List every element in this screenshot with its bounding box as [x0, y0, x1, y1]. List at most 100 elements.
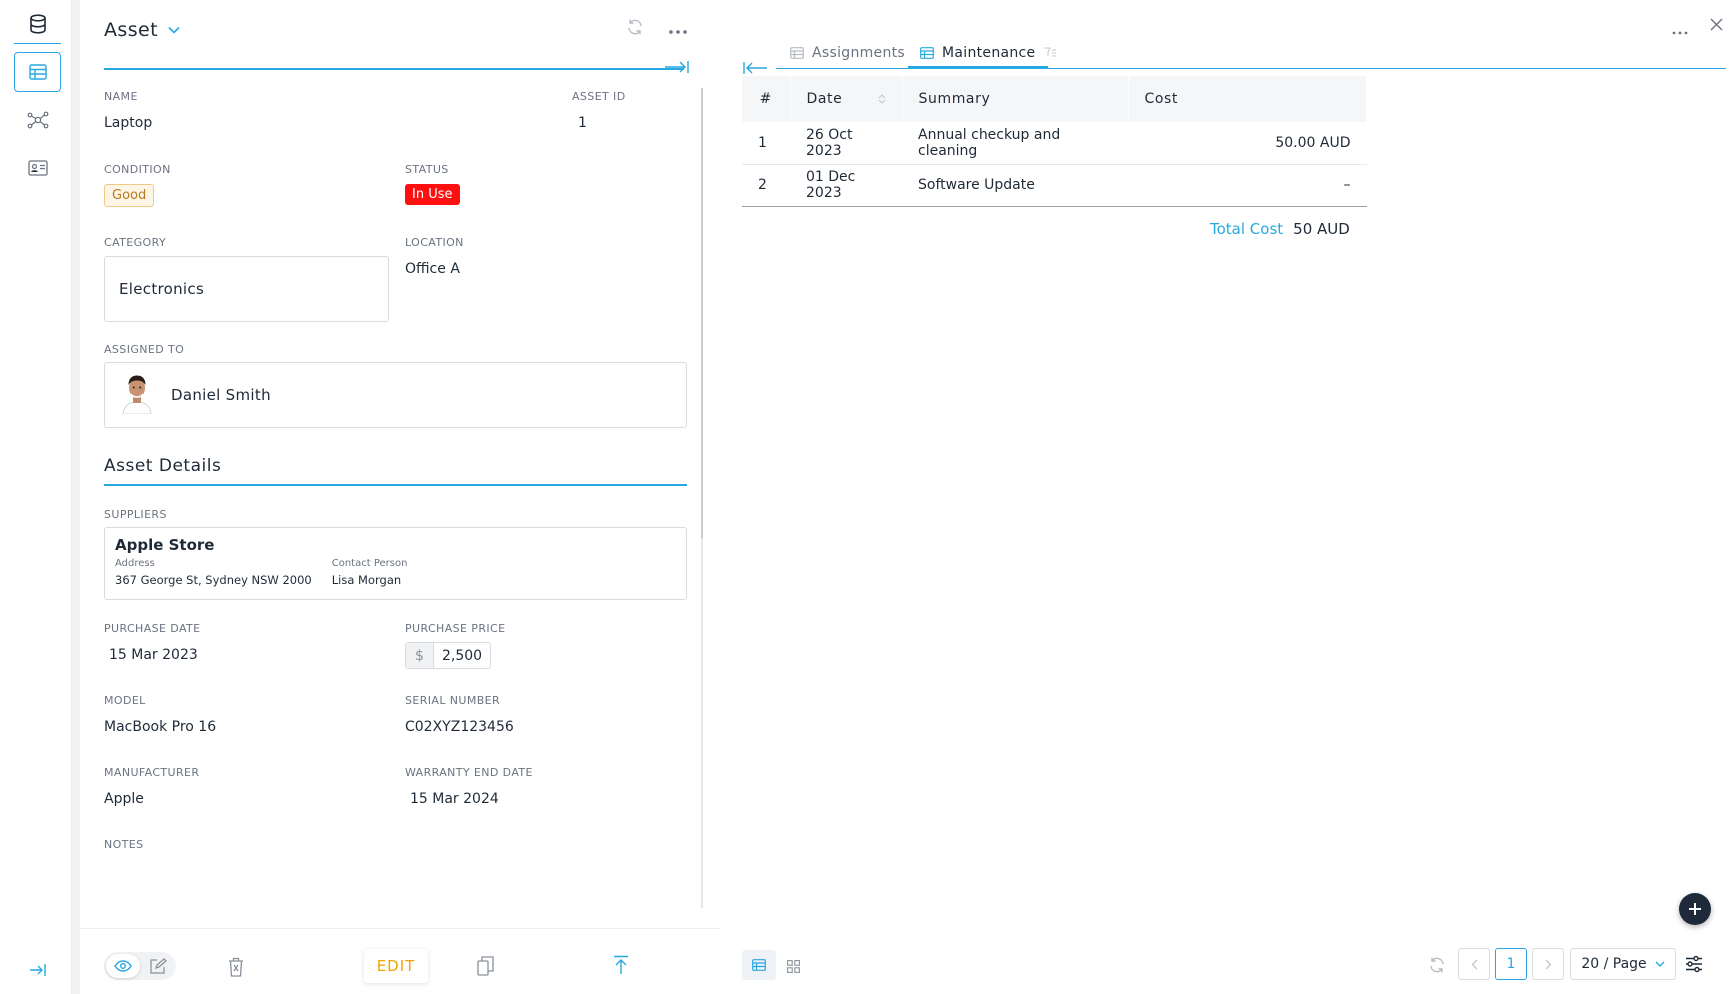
row-number: 2 [742, 164, 790, 207]
add-record-button[interactable] [1679, 893, 1711, 925]
supplier-linked-record[interactable]: Apple Store Address 367 George St, Sydne… [104, 527, 687, 600]
field-value[interactable]: 15 Mar 2024 [405, 791, 533, 807]
column-header-summary[interactable]: Summary [902, 76, 1129, 122]
table-header-row: # Date Summary Cost [742, 76, 1367, 122]
contact-person-label: Contact Person [331, 558, 408, 569]
field-warranty-end-date: WARRANTY END DATE 15 Mar 2024 [405, 766, 533, 807]
field-value[interactable]: 1 [572, 115, 626, 131]
database-icon [29, 13, 46, 34]
table-nav-button[interactable] [14, 52, 61, 92]
edit-mode-button[interactable] [142, 954, 174, 978]
database-nav-button[interactable] [14, 4, 61, 44]
scroll-to-top-icon[interactable] [613, 955, 629, 979]
close-icon[interactable] [1710, 16, 1723, 35]
field-label: SUPPLIERS [104, 508, 167, 521]
more-options-icon[interactable] [668, 20, 688, 39]
graph-nav-button[interactable] [14, 100, 61, 140]
field-value[interactable]: Office A [405, 261, 464, 277]
view-edit-toggle[interactable] [104, 952, 176, 980]
filter-icon[interactable] [1043, 47, 1057, 59]
total-cost-value: 50 AUD [1293, 220, 1350, 238]
field-model: MODEL MacBook Pro 16 [104, 694, 216, 735]
field-label: ASSET ID [572, 90, 626, 103]
left-nav-rail [0, 0, 72, 994]
page-number-button[interactable]: 1 [1495, 948, 1527, 980]
prev-page-button[interactable] [1458, 948, 1490, 980]
collapse-panel-icon[interactable] [664, 59, 690, 78]
currency-symbol: $ [406, 643, 434, 668]
eye-icon [114, 960, 132, 972]
record-type-dropdown[interactable]: Asset [104, 19, 180, 41]
page-size-select[interactable]: 20 / Page [1570, 948, 1676, 980]
tab-maintenance[interactable]: Maintenance [920, 45, 1057, 61]
field-label: MANUFACTURER [104, 766, 200, 779]
page-title: Asset [104, 19, 158, 41]
field-label: SERIAL NUMBER [405, 694, 501, 707]
tabs-divider [776, 68, 1726, 69]
chevron-left-icon [1471, 959, 1477, 969]
field-status: STATUS In Use [405, 163, 460, 205]
purchase-price-input[interactable]: $ 2,500 [405, 642, 492, 669]
field-condition: CONDITION Good [104, 163, 171, 207]
supplier-name: Apple Store [115, 536, 215, 554]
section-divider [104, 484, 687, 486]
panel-more-options-icon[interactable] [1672, 20, 1688, 39]
row-cost: 50.00 AUD [1128, 122, 1367, 165]
table-row[interactable]: 2 01 Dec 2023 Software Update – [742, 164, 1367, 207]
row-number: 1 [742, 122, 790, 165]
card-header: Asset [80, 0, 720, 73]
row-summary: Annual checkup and cleaning [902, 122, 1128, 165]
asset-detail-card: Asset NAME Laptop ASSET ID 1 CONDITION G [80, 0, 720, 994]
assigned-user-record[interactable]: Daniel Smith [104, 362, 687, 428]
table-icon [790, 47, 804, 59]
tab-assignments[interactable]: Assignments [790, 45, 905, 61]
column-header-date[interactable]: Date [790, 76, 903, 122]
table-icon [752, 959, 766, 971]
contacts-nav-button[interactable] [14, 148, 61, 188]
plus-icon [1689, 903, 1701, 915]
row-summary: Software Update [902, 164, 1128, 207]
refresh-icon[interactable] [626, 18, 644, 40]
sort-icon[interactable] [878, 93, 886, 105]
maintenance-table: # Date Summary Cost 1 26 Oct 2023 Annual… [742, 76, 1367, 207]
price-amount: 2,500 [442, 647, 483, 664]
table-row[interactable]: 1 26 Oct 2023 Annual checkup and cleanin… [742, 122, 1367, 165]
field-name: NAME Laptop [104, 90, 152, 131]
assigned-user-name: Daniel Smith [171, 386, 271, 404]
expand-right-icon [29, 964, 46, 976]
column-header-label: Date [806, 91, 843, 107]
scrollbar-thumb[interactable] [701, 88, 703, 538]
column-header-cost[interactable]: Cost [1128, 76, 1367, 122]
field-value[interactable]: C02XYZ123456 [405, 719, 514, 735]
field-value[interactable]: Laptop [104, 115, 152, 131]
tab-label: Maintenance [942, 45, 1036, 61]
column-header-number[interactable]: # [742, 76, 791, 122]
status-badge[interactable]: In Use [405, 184, 460, 205]
chevron-right-icon [1545, 959, 1551, 969]
copy-icon[interactable] [477, 956, 494, 980]
field-suppliers: SUPPLIERS [104, 508, 167, 521]
pagination-bar: 1 20 / Page [720, 940, 1735, 994]
view-mode-button[interactable] [106, 954, 140, 978]
category-linked-record[interactable]: Electronics [104, 256, 389, 322]
reload-icon[interactable] [1428, 956, 1446, 978]
field-value[interactable]: Apple [104, 791, 199, 807]
delete-icon[interactable] [228, 957, 244, 981]
settings-sliders-icon[interactable] [1685, 955, 1703, 977]
supplier-address: 367 George St, Sydney NSW 2000 [115, 573, 312, 587]
row-cost: – [1128, 164, 1367, 207]
condition-tag[interactable]: Good [104, 184, 155, 207]
field-value[interactable]: 15 Mar 2023 [104, 647, 201, 663]
field-value[interactable]: MacBook Pro 16 [104, 719, 216, 735]
grid-view-icon[interactable] [787, 958, 800, 977]
table-view-button[interactable] [742, 950, 776, 980]
next-page-button[interactable] [1532, 948, 1564, 980]
field-location: LOCATION Office A [405, 236, 464, 277]
active-tab-indicator [908, 66, 1048, 68]
field-label: NOTES [104, 838, 144, 851]
field-label: CATEGORY [104, 236, 167, 249]
expand-sidebar-button[interactable] [14, 950, 61, 990]
field-label: STATUS [405, 163, 449, 176]
edit-button[interactable]: EDIT [364, 949, 428, 983]
header-divider [104, 68, 684, 70]
